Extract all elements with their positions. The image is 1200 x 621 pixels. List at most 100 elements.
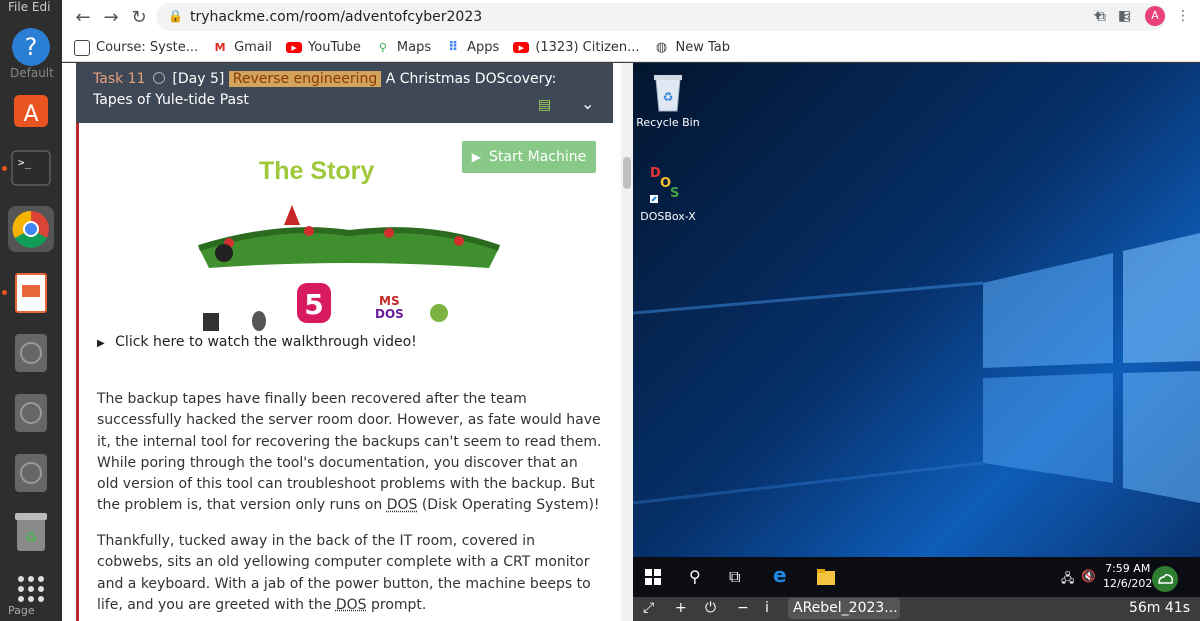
course-icon [74,39,90,56]
task-header[interactable]: Task 11 [Day 5] Reverse engineering A Ch… [76,63,613,123]
machine-timer: 56m 41s [1128,600,1190,616]
add-time-icon[interactable]: + [675,600,687,616]
default-label: Default [10,66,54,80]
reload-icon[interactable]: ↻ [126,4,152,30]
banner-ms: MS [379,294,400,308]
tryhackme-task-pane: Task 11 [Day 5] Reverse engineering A Ch… [62,63,631,621]
bookmark-label: New Tab [675,40,731,55]
start-machine-button[interactable]: ▶ Start Machine [462,141,596,173]
bookmark-label: Apps [467,40,500,55]
back-icon[interactable]: ← [70,4,96,30]
bookmark-label: Gmail [234,40,273,55]
dos-abbr: DOS [335,596,367,613]
menu-kebab-icon[interactable]: ⋮ [1176,8,1190,24]
remote-windows-desktop: ♻ Recycle Bin DOS DOSBox-X [633,63,1200,621]
task-number: Task 11 [93,71,146,87]
gmail-icon: M [214,41,226,54]
bookmark-course[interactable]: Course: Syste... [74,39,199,56]
chrome-icon[interactable] [8,206,54,252]
bookmark-label: Course: Syste... [96,40,199,55]
svg-text:>_: >_ [18,156,32,169]
disk-icon-3[interactable] [8,450,54,496]
svg-text:?: ? [25,33,38,61]
bookmark-apps[interactable]: ⠿ Apps [445,40,499,56]
task-view-icon[interactable]: ⧉ [729,567,740,587]
banner-dos: DOS [375,307,404,321]
bookmark-label: Maps [396,40,432,55]
forward-icon[interactable]: → [98,4,124,30]
sidepanel-icon[interactable]: ◧ [1118,8,1131,24]
pane-scrollbar[interactable] [621,63,633,621]
help-app-icon[interactable]: ? [8,24,54,70]
youtube-icon: ▶ [286,42,303,53]
app-menu-stub: File Edi [8,0,51,14]
chevron-down-icon[interactable]: ⌄ [581,93,594,114]
bookmark-citizen[interactable]: ▶ (1323) Citizen... [513,40,640,55]
dosbox-label: DOSBox-X [640,210,696,223]
story-paragraph-2: Thankfully, tucked away in the back of t… [97,533,591,613]
taskbar-clock[interactable]: 7:59 AM 12/6/202 [1103,561,1152,591]
clock-date: 12/6/202 [1103,577,1153,590]
machine-name[interactable]: ARebel_2023... [788,598,900,619]
maps-icon: ⚲ [378,41,387,54]
clock-time: 7:59 AM [1105,562,1151,575]
task-content: ▶ Start Machine The Story 5 MS DOS ▶ Cli… [76,123,613,621]
terminal-icon[interactable]: >_ [8,145,54,191]
minimize-icon[interactable]: − [737,600,749,616]
machine-control-bar: ⤢ + ⏻ − i ARebel_2023... 56m 41s [633,597,1200,621]
extensions-icon[interactable]: ✦ [1092,8,1104,24]
lock-icon: 🔒 [168,9,183,23]
bookmark-youtube[interactable]: ▶ YouTube [286,40,361,55]
url-text: tryhackme.com/room/adventofcyber2023 [190,9,483,25]
bookmark-label: (1323) Citizen... [535,40,640,55]
disk-icon-2[interactable] [8,390,54,436]
bookmark-maps[interactable]: ⚲ Maps [375,40,431,56]
task-day: [Day 5] [172,71,225,87]
start-machine-label: Start Machine [488,149,587,165]
recycle-bin-shortcut[interactable]: ♻ Recycle Bin [633,71,703,129]
walkthrough-label: Click here to watch the walkthrough vide… [115,334,417,350]
page-label: Page [8,604,35,617]
profile-avatar[interactable]: A [1145,6,1165,26]
svg-text:S: S [670,186,679,201]
start-windows-icon[interactable] [645,569,661,585]
dosbox-icon: DOS [650,166,679,203]
dos-abbr: DOS [386,497,418,514]
bookmark-label: YouTube [308,40,361,55]
search-icon[interactable]: ⚲ [689,567,701,586]
recycle-bin-label: Recycle Bin [636,116,700,129]
browser-toolbar: ← → ↻ 🔒 tryhackme.com/room/adventofcyber… [62,0,1200,34]
dosbox-shortcut[interactable]: DOS DOSBox-X [633,163,703,223]
ubuntu-dock: File Edi ? Default A >_ ♻ Page [0,0,62,621]
scroll-thumb[interactable] [623,157,631,189]
software-center-icon[interactable]: A [8,86,54,132]
recycle-bin-icon: ♻ [654,75,682,112]
info-icon[interactable]: i [765,600,769,616]
story-paragraph-1: The backup tapes have finally been recov… [97,391,602,514]
network-icon[interactable]: 🖧 [1061,569,1074,590]
disk-icon-1[interactable] [8,330,54,376]
svg-text:♻: ♻ [25,530,38,546]
walkthrough-toggle[interactable]: ▶ Click here to watch the walkthrough vi… [97,334,417,350]
volume-muted-icon[interactable]: 🔇 [1081,569,1096,583]
cloud-status-icon[interactable] [1151,565,1179,593]
notes-icon[interactable]: ▤ [538,95,551,116]
bookmark-new-tab[interactable]: ◍ New Tab [654,40,731,56]
edge-icon[interactable]: e [773,563,787,587]
address-bar[interactable]: 🔒 tryhackme.com/room/adventofcyber2023 ⧉… [156,3,1166,31]
fullscreen-icon[interactable]: ⤢ [643,600,654,616]
windows-logo-wallpaper [633,233,1200,505]
disclosure-triangle-icon: ▶ [97,338,105,349]
trash-icon[interactable]: ♻ [8,510,54,556]
play-icon: ▶ [471,150,481,164]
bookmarks-bar: Course: Syste... M Gmail ▶ YouTube ⚲ Map… [62,34,1200,62]
task-tag: Reverse engineering [228,71,382,87]
bookmark-gmail[interactable]: M Gmail [212,40,272,56]
svg-text:A: A [23,102,38,127]
task-status-circle-icon [152,72,165,84]
youtube-icon: ▶ [513,42,530,53]
power-icon[interactable]: ⏻ [705,600,716,616]
file-explorer-icon[interactable] [817,569,835,585]
apps-icon: ⠿ [448,40,459,55]
impress-icon[interactable] [8,270,54,316]
